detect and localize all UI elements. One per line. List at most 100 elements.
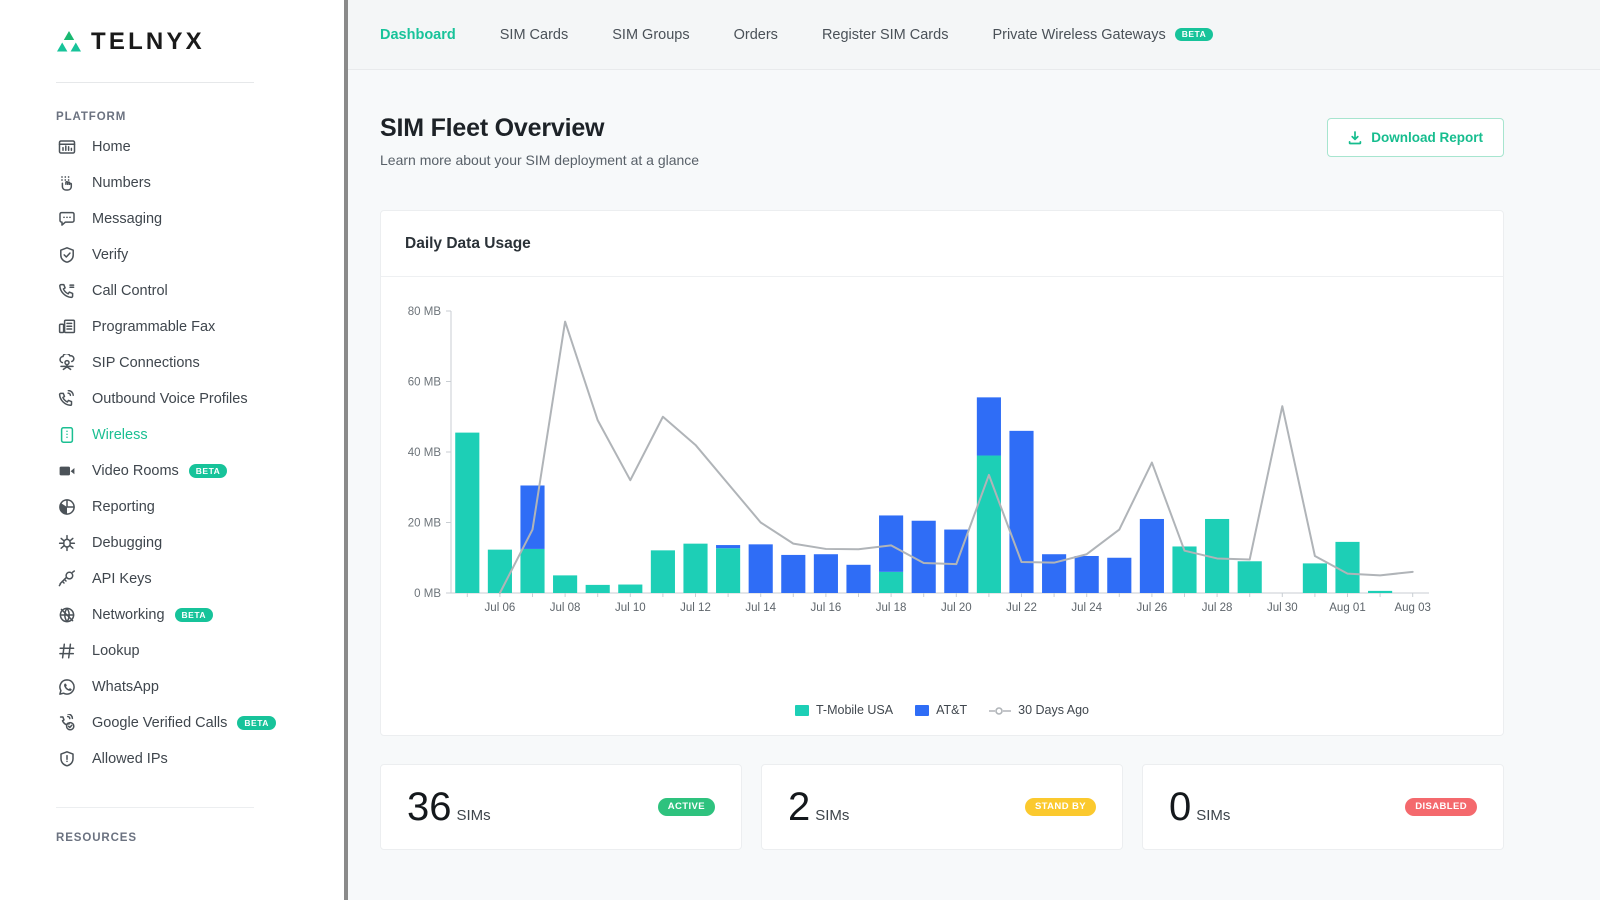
sidebar-item-lookup[interactable]: Lookup: [0, 633, 344, 669]
sidebar-item-numbers[interactable]: Numbers: [0, 165, 344, 201]
bar-tmobile[interactable]: [1335, 541, 1360, 593]
sidebar-item-label: Video Rooms: [92, 463, 179, 479]
status-badge: STAND BY: [1024, 798, 1096, 816]
tab-sim-cards[interactable]: SIM Cards: [478, 0, 591, 70]
sidebar-item-home[interactable]: Home: [0, 129, 344, 165]
sidebar: TELNYX PLATFORM Home Numbers Messaging Veri…: [0, 0, 348, 900]
bar-att[interactable]: [1074, 555, 1099, 593]
bar-att[interactable]: [1009, 430, 1034, 593]
stat-unit: SIMs: [456, 807, 491, 824]
bar-att[interactable]: [911, 520, 936, 593]
sidebar-item-label: Messaging: [92, 211, 163, 227]
bar-att[interactable]: [976, 397, 1001, 456]
x-axis-tick-label: Jul 22: [1006, 602, 1037, 614]
bar-att[interactable]: [520, 485, 545, 549]
sidebar-item-messaging[interactable]: Messaging: [0, 201, 344, 237]
x-axis-tick-label: Jul 28: [1202, 602, 1233, 614]
legend-item[interactable]: AT&T: [915, 703, 967, 717]
reporting-pie-icon: [56, 496, 78, 518]
sidebar-item-verify[interactable]: Verify: [0, 237, 344, 273]
app-root: TELNYX PLATFORM Home Numbers Messaging Veri…: [0, 0, 1600, 900]
sidebar-item-wireless[interactable]: Wireless: [0, 417, 344, 453]
bar-tmobile[interactable]: [618, 584, 643, 593]
sidebar-item-debugging[interactable]: Debugging: [0, 525, 344, 561]
brand-name: TELNYX: [91, 28, 205, 55]
sidebar-item-google-verified-calls[interactable]: Google Verified Calls BETA: [0, 705, 344, 741]
sidebar-item-networking[interactable]: Networking BETA: [0, 597, 344, 633]
card-title: Daily Data Usage: [405, 234, 531, 252]
sidebar-item-video-rooms[interactable]: Video Rooms BETA: [0, 453, 344, 489]
stat-card-active[interactable]: 36 SIMs ACTIVE: [380, 764, 742, 850]
bar-att[interactable]: [813, 554, 838, 593]
bar-tmobile[interactable]: [585, 584, 610, 593]
x-axis-tick-label: Jul 30: [1267, 602, 1298, 614]
bar-tmobile[interactable]: [1368, 590, 1393, 593]
bar-att[interactable]: [781, 554, 806, 593]
bar-tmobile[interactable]: [650, 550, 675, 593]
call-control-phone-icon: [56, 280, 78, 302]
sidebar-item-whatsapp[interactable]: WhatsApp: [0, 669, 344, 705]
bar-tmobile[interactable]: [1302, 563, 1327, 593]
sidebar-item-label: Networking: [92, 607, 165, 623]
tab-label: SIM Cards: [499, 26, 569, 43]
chart-plot-area[interactable]: 0 MB 20 MB 40 MB 60 MB 80 MB Jul 06 Jul 08 Jul …: [381, 299, 1503, 699]
bar-tmobile[interactable]: [487, 549, 512, 593]
sidebar-item-outbound-voice-profiles[interactable]: Outbound Voice Profiles: [0, 381, 344, 417]
daily-data-usage-chart[interactable]: 0 MB 20 MB 40 MB 60 MB 80 MB Jul 06 Jul 08 Jul …: [381, 299, 1441, 629]
bar-att[interactable]: [748, 544, 773, 593]
bar-tmobile[interactable]: [879, 571, 904, 593]
bar-tmobile[interactable]: [683, 543, 708, 593]
x-axis-tick-label: Jul 18: [876, 602, 907, 614]
beta-badge: BETA: [174, 608, 214, 622]
tab-label: Private Wireless Gateways: [992, 26, 1166, 43]
legend-item[interactable]: 30 Days Ago: [989, 703, 1089, 717]
bar-att[interactable]: [846, 564, 871, 593]
sidebar-item-label: Wireless: [92, 427, 148, 443]
stat-number: 36: [407, 785, 452, 829]
sidebar-item-programmable-fax[interactable]: Programmable Fax: [0, 309, 344, 345]
sidebar-item-label: Allowed IPs: [92, 751, 168, 767]
tab-label: Register SIM Cards: [821, 26, 949, 43]
download-report-button[interactable]: Download Report: [1327, 118, 1504, 157]
x-axis-tick-label: Aug 03: [1394, 602, 1430, 614]
bar-tmobile[interactable]: [553, 575, 578, 593]
stat-card-disabled[interactable]: 0 SIMs DISABLED: [1142, 764, 1504, 850]
bar-tmobile[interactable]: [1237, 561, 1262, 593]
tab-orders[interactable]: Orders: [712, 0, 800, 70]
numbers-keypad-icon: [56, 172, 78, 194]
tab-label: SIM Groups: [612, 26, 690, 43]
sidebar-item-sip-connections[interactable]: SIP Connections: [0, 345, 344, 381]
tab-sim-groups[interactable]: SIM Groups: [590, 0, 711, 70]
bar-tmobile[interactable]: [520, 548, 545, 593]
sidebar-item-reporting[interactable]: Reporting: [0, 489, 344, 525]
stat-value-group: 2 SIMs: [788, 787, 849, 827]
stat-card-stand-by[interactable]: 2 SIMs STAND BY: [761, 764, 1123, 850]
bar-att[interactable]: [716, 545, 741, 549]
stat-unit: SIMs: [815, 807, 850, 824]
stat-unit: SIMs: [1196, 807, 1231, 824]
home-dashboard-icon: [56, 136, 78, 158]
daily-data-usage-card: Daily Data Usage 0 MB 20 MB 40 MB 60 MB 80 M…: [380, 210, 1504, 736]
bar-att[interactable]: [1107, 557, 1132, 593]
wireless-sim-icon: [56, 424, 78, 446]
x-axis-tick-label: Jul 20: [941, 602, 972, 614]
brand-logo[interactable]: TELNYX: [0, 0, 344, 56]
sidebar-item-api-keys[interactable]: API Keys: [0, 561, 344, 597]
sidebar-item-call-control[interactable]: Call Control: [0, 273, 344, 309]
video-camera-icon: [56, 460, 78, 482]
tab-register-sim-cards[interactable]: Register SIM Cards: [800, 0, 971, 70]
bar-att[interactable]: [879, 515, 904, 572]
tab-private-wireless-gateways[interactable]: Private Wireless Gateways BETA: [970, 0, 1235, 70]
sidebar-item-allowed-ips[interactable]: Allowed IPs: [0, 741, 344, 777]
bar-tmobile[interactable]: [455, 432, 480, 593]
legend-swatch-icon: [794, 704, 809, 716]
sidebar-item-label: WhatsApp: [92, 679, 159, 695]
sidebar-item-label: Lookup: [92, 643, 140, 659]
bar-tmobile[interactable]: [716, 548, 741, 593]
page-scrollbar[interactable]: [1590, 0, 1600, 900]
legend-label: 30 Days Ago: [1018, 703, 1090, 717]
bar-att[interactable]: [1139, 518, 1164, 593]
tab-dashboard[interactable]: Dashboard: [380, 0, 478, 70]
card-header: Daily Data Usage: [381, 211, 1503, 277]
legend-item[interactable]: T-Mobile USA: [794, 703, 893, 717]
